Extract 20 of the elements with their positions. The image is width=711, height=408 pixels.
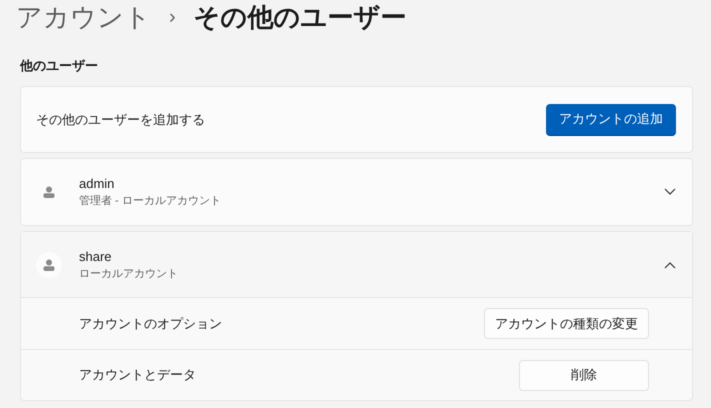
user-description: 管理者 - ローカルアカウント (79, 194, 222, 209)
user-name: share (79, 248, 113, 266)
chevron-down-icon[interactable] (664, 188, 676, 196)
add-user-label: その他のユーザーを追加する (36, 110, 205, 129)
option-label: アカウントとデータ (79, 366, 196, 384)
option-button[interactable]: アカウントの種類の変更 (484, 308, 649, 339)
user-name: admin (79, 175, 116, 193)
breadcrumb-separator: › (169, 7, 176, 27)
section-title: 他のユーザー (20, 58, 98, 73)
person-icon (43, 258, 55, 270)
person-icon (43, 186, 55, 198)
option-label: アカウントのオプション (79, 314, 222, 333)
breadcrumb-parent[interactable]: アカウント (16, 4, 151, 30)
page-title: その他のユーザー (194, 4, 407, 30)
option-button[interactable]: 削除 (519, 360, 649, 390)
add-account-button[interactable]: アカウントの追加 (546, 104, 676, 136)
user-header[interactable]: share ローカルアカウント (21, 232, 692, 298)
user-header[interactable]: admin 管理者 - ローカルアカウント (21, 159, 692, 225)
user-description: ローカルアカウント (79, 266, 179, 282)
chevron-up-icon[interactable] (664, 260, 676, 268)
